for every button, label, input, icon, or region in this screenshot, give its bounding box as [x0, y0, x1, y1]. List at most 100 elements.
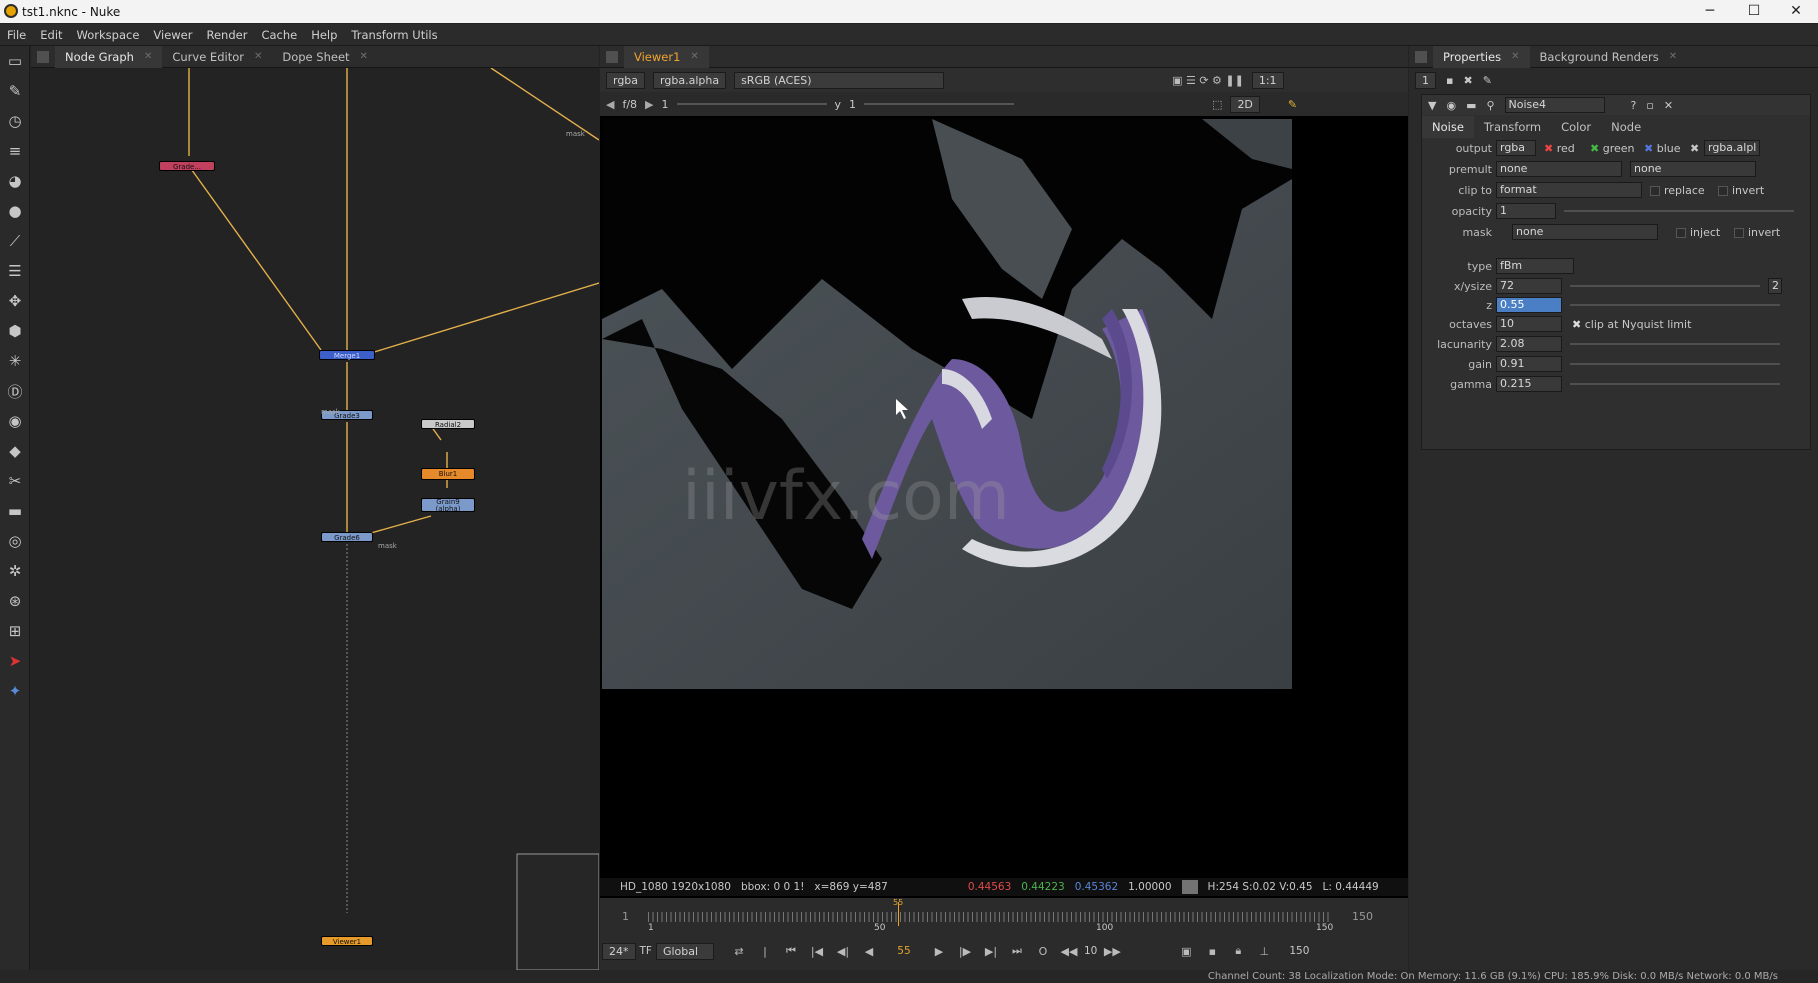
close-icon[interactable]: ✕: [144, 46, 152, 68]
maximize-button[interactable]: ☐: [1732, 0, 1776, 23]
close-icon[interactable]: ✕: [360, 46, 368, 68]
replace-checkbox[interactable]: replace: [1650, 184, 1705, 197]
next-frame-icon[interactable]: |▶: [954, 942, 976, 960]
next-increment-icon[interactable]: ▶|: [980, 942, 1002, 960]
octaves-field[interactable]: 10: [1496, 316, 1562, 332]
clear-icon[interactable]: ✖: [1463, 74, 1472, 87]
blur-node[interactable]: Blur1: [421, 468, 475, 480]
colorspace-dropdown[interactable]: sRGB (ACES): [734, 71, 945, 89]
cache-icon[interactable]: ▪: [1201, 942, 1223, 960]
gamma-slider[interactable]: [1570, 383, 1780, 385]
increment-field[interactable]: 10: [1084, 945, 1097, 957]
fstop-value[interactable]: f/8: [622, 98, 637, 111]
keyer-icon[interactable]: ⟋: [0, 226, 30, 256]
close-icon[interactable]: ✕: [1664, 99, 1673, 112]
panel-menu-icon[interactable]: [1415, 50, 1427, 63]
views-icon[interactable]: ◉: [0, 406, 30, 436]
blue-checkbox[interactable]: ✖ blue: [1644, 142, 1681, 155]
stop-icon[interactable]: O: [1032, 942, 1054, 960]
tab-background-renders[interactable]: Background Renders ✕: [1530, 46, 1688, 68]
tab-node-graph[interactable]: Node Graph ✕: [55, 45, 163, 68]
zoom-dropdown[interactable]: 1:1: [1251, 71, 1284, 89]
grade6-node[interactable]: Grade6: [321, 532, 373, 542]
skip-forward-icon[interactable]: ▶▶: [1101, 942, 1123, 960]
play-forward-icon[interactable]: ▶: [928, 942, 950, 960]
cara-icon[interactable]: ⊛: [0, 586, 30, 616]
stars-icon[interactable]: ✦: [0, 676, 30, 706]
menu-render[interactable]: Render: [199, 28, 254, 42]
prev-increment-icon[interactable]: |◀: [806, 942, 828, 960]
step-icon[interactable]: ▶: [645, 98, 653, 111]
paint-brush-icon[interactable]: ✎: [1288, 98, 1297, 111]
tab-node[interactable]: Node: [1601, 116, 1651, 138]
deep-icon[interactable]: Ⓓ: [0, 376, 30, 406]
clip-dropdown[interactable]: format: [1496, 182, 1642, 198]
invert-checkbox[interactable]: invert: [1718, 184, 1764, 197]
prev-frame-icon[interactable]: ◀|: [832, 942, 854, 960]
menu-help[interactable]: Help: [304, 28, 344, 42]
xysize-channels-button[interactable]: 2: [1768, 278, 1782, 294]
tab-color[interactable]: Color: [1551, 116, 1601, 138]
roi-icon[interactable]: ⬚: [1212, 98, 1222, 111]
last-frame-icon[interactable]: ⏭: [1006, 942, 1028, 960]
range-icon[interactable]: ⊥: [1253, 942, 1275, 960]
view-node-icon[interactable]: ◉: [1446, 99, 1456, 112]
merge-icon[interactable]: ☰: [0, 256, 30, 286]
ocula-icon[interactable]: ✲: [0, 556, 30, 586]
viewer-node[interactable]: Viewer1: [321, 936, 373, 946]
max-panels-field[interactable]: 1: [1415, 72, 1436, 89]
paint-icon[interactable]: ✎: [0, 76, 30, 106]
first-frame-icon[interactable]: |: [754, 942, 776, 960]
gamma-slider[interactable]: [864, 103, 1015, 105]
time-icon[interactable]: ◷: [0, 106, 30, 136]
alpha-checkbox[interactable]: ✖: [1690, 142, 1699, 155]
alpha-channel-dropdown[interactable]: rgba.alpha: [653, 71, 727, 89]
menu-file[interactable]: File: [0, 28, 33, 42]
menu-viewer[interactable]: Viewer: [146, 28, 199, 42]
xysize-slider[interactable]: [1570, 285, 1760, 287]
mask-dropdown[interactable]: none: [1512, 224, 1658, 240]
channel-icon[interactable]: ≡: [0, 136, 30, 166]
menu-workspace[interactable]: Workspace: [70, 28, 147, 42]
flipbook-icon[interactable]: ▣: [1175, 942, 1197, 960]
skip-back-icon[interactable]: ◀◀: [1058, 942, 1080, 960]
viewer-image[interactable]: iiivfx.com: [602, 119, 1292, 689]
tab-transform[interactable]: Transform: [1474, 116, 1551, 138]
toolsets-icon[interactable]: ✂: [0, 466, 30, 496]
opacity-slider[interactable]: [1564, 210, 1794, 212]
premult-dropdown[interactable]: none: [1496, 161, 1622, 177]
premult-alpha-dropdown[interactable]: none: [1630, 161, 1756, 177]
furnace-icon[interactable]: ◎: [0, 526, 30, 556]
channels-dropdown[interactable]: rgba: [606, 71, 646, 89]
timeline-in[interactable]: 1: [622, 910, 629, 923]
timeline-end-field[interactable]: 150: [1289, 945, 1309, 957]
particles-icon[interactable]: ✳: [0, 346, 30, 376]
fstop-icon[interactable]: ◀: [606, 98, 614, 111]
close-icon[interactable]: ✕: [254, 46, 262, 68]
tf-dropdown[interactable]: TF: [640, 945, 652, 957]
tab-properties[interactable]: Properties ✕: [1433, 45, 1530, 68]
help-icon[interactable]: ?: [1631, 99, 1637, 112]
node-graph-canvas[interactable]: [31, 68, 599, 970]
panel-menu-icon[interactable]: [606, 50, 618, 63]
type-dropdown[interactable]: fBm: [1496, 258, 1574, 274]
loop-icon[interactable]: ⇄: [728, 942, 750, 960]
z-slider[interactable]: [1570, 304, 1780, 306]
close-button[interactable]: ✕: [1774, 0, 1818, 23]
tab-noise[interactable]: Noise: [1422, 116, 1474, 138]
grade-node[interactable]: Grade...: [159, 161, 215, 171]
timeline-out[interactable]: 150: [1352, 910, 1373, 923]
filter-icon[interactable]: ●: [0, 196, 30, 226]
minimize-button[interactable]: ─: [1688, 0, 1732, 23]
lock-icon[interactable]: 🔒︎: [1227, 942, 1249, 960]
view-mode-dropdown[interactable]: 2D: [1230, 95, 1260, 113]
timeline-ruler[interactable]: [648, 912, 1332, 922]
tab-viewer1[interactable]: Viewer1 ✕: [624, 45, 709, 68]
collapse-icon[interactable]: ▼: [1428, 99, 1436, 112]
eye-icon[interactable]: ➤: [0, 646, 30, 676]
inject-checkbox[interactable]: inject: [1676, 226, 1720, 239]
fstop-slider[interactable]: [676, 103, 827, 105]
radial-node[interactable]: Radial2: [421, 419, 475, 429]
lock-icon[interactable]: ▪: [1446, 74, 1453, 87]
close-icon[interactable]: ✕: [1511, 46, 1519, 68]
